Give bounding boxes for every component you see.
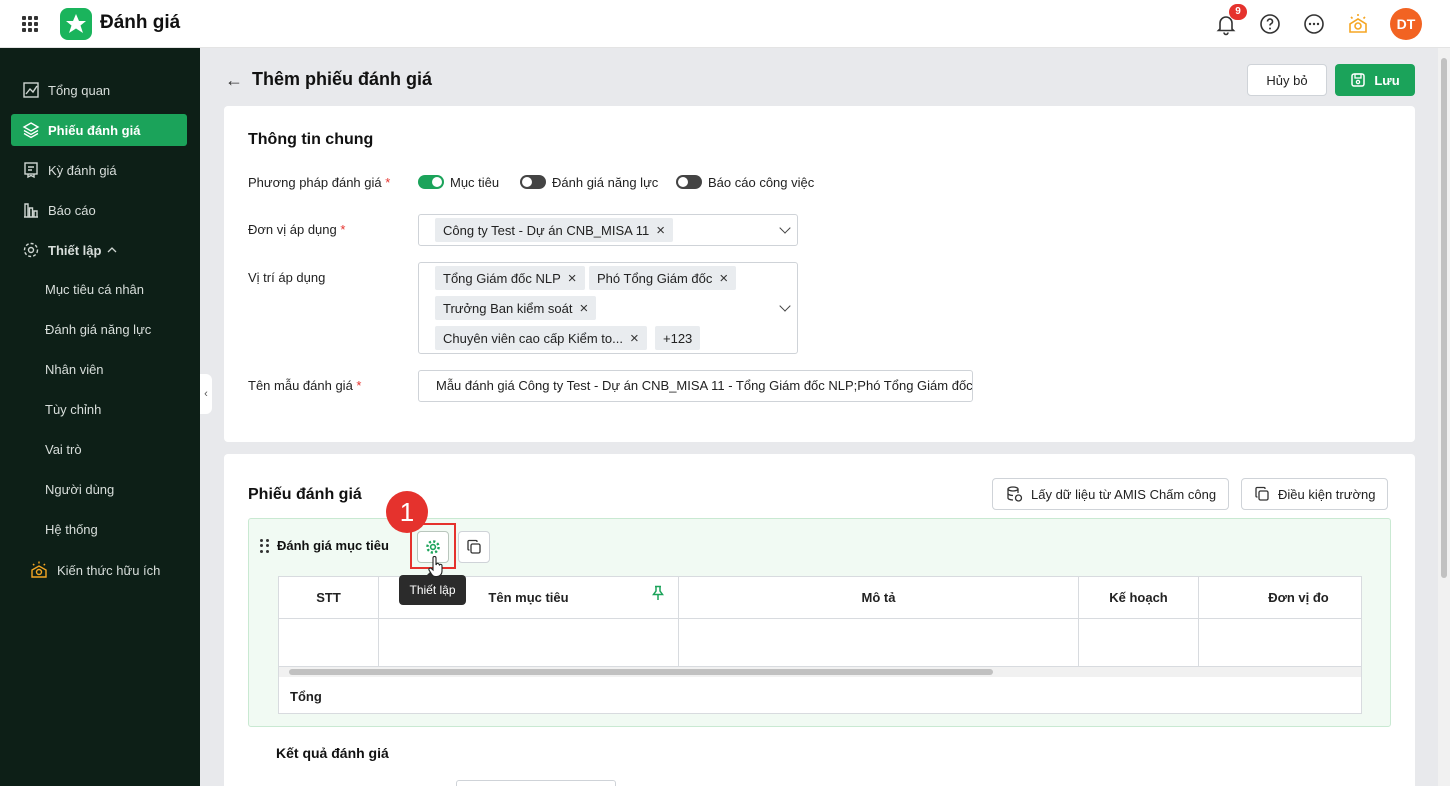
chevron-up-icon	[107, 247, 117, 253]
remove-chip-icon[interactable]: ×	[568, 270, 577, 287]
drag-handle-icon[interactable]	[260, 539, 270, 553]
toggle-competency-label: Đánh giá năng lực	[552, 175, 659, 190]
unit-chip: Công ty Test - Dự án CNB_MISA 11 ×	[435, 218, 673, 242]
result-input[interactable]	[456, 780, 616, 786]
knowledge-icon	[31, 561, 47, 578]
sidebar-subitem-customize[interactable]: Tùy chỉnh	[45, 400, 101, 420]
app-title: Đánh giá	[100, 12, 181, 33]
toggle-work-report[interactable]	[676, 175, 702, 189]
position-select[interactable]: Tổng Giám đốc NLP × Phó Tổng Giám đốc × Tr…	[418, 262, 798, 354]
sidebar-subitem-system[interactable]: Hệ thống	[45, 520, 98, 540]
sidebar-subitem-users[interactable]: Người dùng	[45, 480, 114, 500]
copy-icon	[467, 539, 481, 554]
position-label: Vị trí áp dụng	[248, 270, 326, 285]
save-label: Lưu	[1374, 72, 1400, 88]
gear-icon	[23, 242, 39, 258]
knowledge-bulb-icon[interactable]	[1346, 12, 1370, 36]
database-icon	[1007, 486, 1023, 502]
fetch-attendance-button[interactable]: Lấy dữ liệu từ AMIS Chấm công	[992, 478, 1230, 510]
sidebar-item-settings[interactable]: Thiết lập	[11, 234, 187, 266]
table-cell[interactable]	[379, 619, 679, 667]
position-chip: Phó Tổng Giám đốc ×	[589, 266, 737, 290]
toggle-work-report-label: Báo cáo công việc	[708, 175, 815, 190]
sidebar-item-label: Thiết lập	[48, 242, 102, 258]
cancel-button[interactable]: Hủy bỏ	[1247, 64, 1327, 96]
horizontal-scrollbar[interactable]	[279, 667, 1361, 677]
position-chip: Trưởng Ban kiểm soát ×	[435, 296, 597, 320]
help-icon[interactable]	[1258, 12, 1282, 36]
chevron-down-icon[interactable]	[779, 222, 791, 234]
position-chip: Tổng Giám đốc NLP ×	[435, 266, 585, 290]
column-header: STT	[279, 577, 379, 619]
chevron-down-icon[interactable]	[779, 300, 791, 312]
settings-tooltip: Thiết lập	[399, 570, 466, 605]
copy-icon	[1255, 486, 1269, 501]
toggle-competency[interactable]	[520, 175, 546, 189]
goal-evaluation-title: Đánh giá mục tiêu	[277, 538, 389, 553]
sidebar-item-label: Kỳ đánh giá	[48, 162, 117, 178]
clipboard-icon	[24, 162, 38, 179]
page-title: Thêm phiếu đánh giá	[252, 69, 433, 89]
unit-label: Đơn vị áp dụng *	[248, 222, 346, 237]
sidebar-item-label: Kiến thức hữu ích	[57, 562, 161, 578]
remove-chip-icon[interactable]: ×	[719, 270, 728, 287]
table-cell[interactable]	[679, 619, 1079, 667]
section-copy-button[interactable]	[458, 531, 490, 563]
sidebar-item-knowledge[interactable]: Kiến thức hữu ích	[11, 554, 187, 586]
column-header: Mô tả	[679, 577, 1079, 619]
unit-select[interactable]: Công ty Test - Dự án CNB_MISA 11 ×	[418, 214, 798, 246]
hand-cursor-icon	[428, 556, 443, 578]
layers-icon	[22, 122, 40, 139]
template-name-input[interactable]: Mẫu đánh giá Công ty Test - Dự án CNB_MI…	[418, 370, 973, 402]
sidebar-subitem-competency[interactable]: Đánh giá năng lực	[45, 320, 151, 340]
table-cell[interactable]	[1079, 619, 1199, 667]
remove-chip-icon[interactable]: ×	[630, 330, 639, 347]
toggle-goals-label: Mục tiêu	[450, 175, 500, 190]
evaluation-result-title: Kết quả đánh giá	[276, 745, 389, 761]
column-header: Đơn vị đo	[1199, 577, 1361, 619]
method-label: Phương pháp đánh giá *	[248, 175, 391, 190]
more-options-icon[interactable]	[1302, 12, 1326, 36]
table-cell[interactable]	[1199, 619, 1361, 667]
evaluation-form-title: Phiếu đánh giá	[248, 486, 362, 503]
toggle-goals[interactable]	[418, 175, 444, 189]
general-info-title: Thông tin chung	[248, 131, 374, 148]
step-number-marker: 1	[386, 491, 428, 533]
remove-chip-icon[interactable]: ×	[656, 222, 665, 239]
column-header: Kế hoạch	[1079, 577, 1199, 619]
vertical-scrollbar[interactable]	[1438, 48, 1450, 786]
app-logo	[60, 8, 92, 40]
chart-icon	[23, 82, 39, 98]
sidebar-item-label: Báo cáo	[48, 202, 96, 218]
sidebar-item-label: Phiếu đánh giá	[48, 122, 141, 138]
sidebar-item-overview[interactable]: Tổng quan	[11, 74, 187, 106]
sidebar-collapse-handle[interactable]: ‹	[200, 374, 212, 414]
notification-badge: 9	[1229, 4, 1247, 20]
fetch-attendance-label: Lấy dữ liệu từ AMIS Chấm công	[1031, 486, 1217, 502]
top-bar: Đánh giá 9 DT	[0, 0, 1450, 48]
remove-chip-icon[interactable]: ×	[579, 300, 588, 317]
back-arrow-icon[interactable]: ←	[225, 70, 243, 91]
pin-icon[interactable]	[651, 585, 665, 601]
sidebar-subitem-personal-goals[interactable]: Mục tiêu cá nhân	[45, 280, 144, 300]
save-icon	[1351, 73, 1366, 87]
save-button[interactable]: Lưu	[1335, 64, 1415, 96]
sidebar-subitem-employees[interactable]: Nhân viên	[45, 360, 104, 380]
sidebar-item-reports[interactable]: Báo cáo	[11, 194, 187, 226]
field-condition-button[interactable]: Điều kiện trường	[1241, 478, 1389, 510]
template-label: Tên mẫu đánh giá *	[248, 378, 362, 393]
sidebar-item-label: Tổng quan	[48, 82, 111, 98]
position-chip: Chuyên viên cao cấp Kiểm to... ×	[435, 326, 647, 350]
sidebar-item-evaluation-period[interactable]: Kỳ đánh giá	[11, 154, 187, 186]
field-condition-label: Điều kiện trường	[1278, 486, 1376, 502]
user-avatar[interactable]: DT	[1390, 8, 1422, 40]
position-more-chip[interactable]: +123	[655, 326, 701, 350]
sidebar-item-evaluation-forms[interactable]: Phiếu đánh giá	[11, 114, 187, 146]
bar-chart-icon	[24, 203, 38, 218]
total-row-label: Tổng	[290, 689, 322, 704]
app-launcher-icon[interactable]	[22, 16, 38, 32]
sidebar-subitem-roles[interactable]: Vai trò	[45, 440, 82, 460]
table-cell[interactable]	[279, 619, 379, 667]
